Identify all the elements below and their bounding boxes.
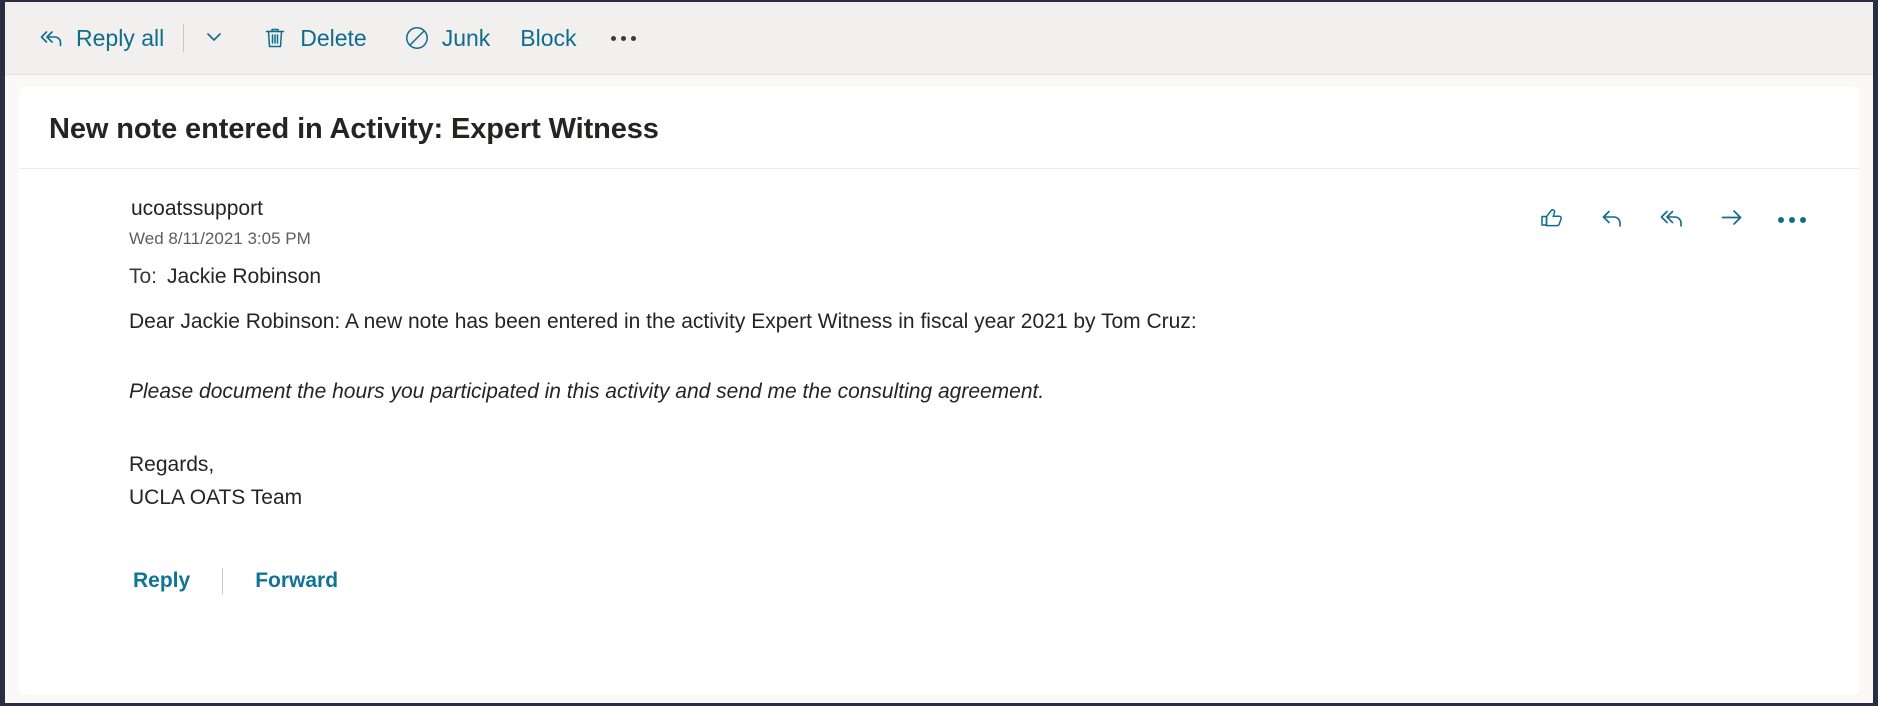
delete-label: Delete [300,24,367,51]
reply-all-button[interactable]: Reply all [27,15,174,61]
reply-all-label: Reply all [76,24,165,51]
reading-pane: New note entered in Activity: Expert Wit… [19,87,1859,695]
note-paragraph: Please document the hours you participat… [129,379,1045,403]
recipients-line: To: Jackie Robinson [129,265,321,289]
reply-icon [1597,203,1627,238]
reply-link[interactable]: Reply [129,567,194,595]
message-content: Dear Jackie Robinson: A new note has bee… [49,289,1829,595]
chevron-down-icon [202,24,226,53]
message-subject: New note entered in Activity: Expert Wit… [49,113,659,145]
message-action-icons [1535,195,1829,237]
sender-name[interactable]: ucoatssupport [129,195,321,223]
signature-line: UCLA OATS Team [129,485,303,509]
greeting-paragraph: Dear Jackie Robinson: A new note has bee… [129,309,1197,333]
subject-row: New note entered in Activity: Expert Wit… [19,87,1859,169]
sent-timestamp: Wed 8/11/2021 3:05 PM [129,229,311,249]
like-button[interactable] [1535,203,1569,237]
toolbar-divider [183,24,185,52]
like-thumbs-up-icon [1537,203,1567,238]
message-footer-links: Reply Forward [129,567,1829,595]
reply-all-icon [1657,203,1687,238]
reply-button[interactable] [1595,203,1629,237]
delete-button[interactable]: Delete [251,15,376,61]
forward-button[interactable] [1715,203,1749,237]
pane-gap [5,75,1873,87]
block-label: Block [520,24,577,51]
to-recipients[interactable]: Jackie Robinson [167,265,321,288]
more-ellipsis-icon [1778,217,1806,223]
forward-link[interactable]: Forward [251,567,342,595]
block-circle-slash-icon [403,24,431,52]
reply-all-button-message[interactable] [1655,203,1689,237]
reply-all-icon [37,24,65,52]
message-more-button[interactable] [1775,203,1809,237]
message-header: ucoatssupport Wed 8/11/2021 3:05 PM To: J… [49,195,1829,289]
signoff-line: Regards, [129,453,215,477]
trash-icon [261,24,289,52]
toolbar-more-button[interactable] [601,15,647,61]
junk-button[interactable]: Junk [393,15,501,61]
reply-options-dropdown[interactable] [193,15,235,61]
email-reading-window: Reply all Delete Junk Block New note ent… [0,0,1878,706]
to-label: To: [129,264,158,288]
more-ellipsis-icon [611,35,637,41]
command-toolbar: Reply all Delete Junk Block [5,2,1873,75]
signature-block: Regards, UCLA OATS Team [129,449,1829,514]
message-body-container: ucoatssupport Wed 8/11/2021 3:05 PM To: J… [19,169,1859,595]
footer-link-divider [222,567,224,594]
message-identity: ucoatssupport Wed 8/11/2021 3:05 PM To: J… [49,195,321,289]
forward-arrow-icon [1717,203,1747,238]
block-button[interactable]: Block [510,15,586,61]
junk-label: Junk [441,24,491,51]
